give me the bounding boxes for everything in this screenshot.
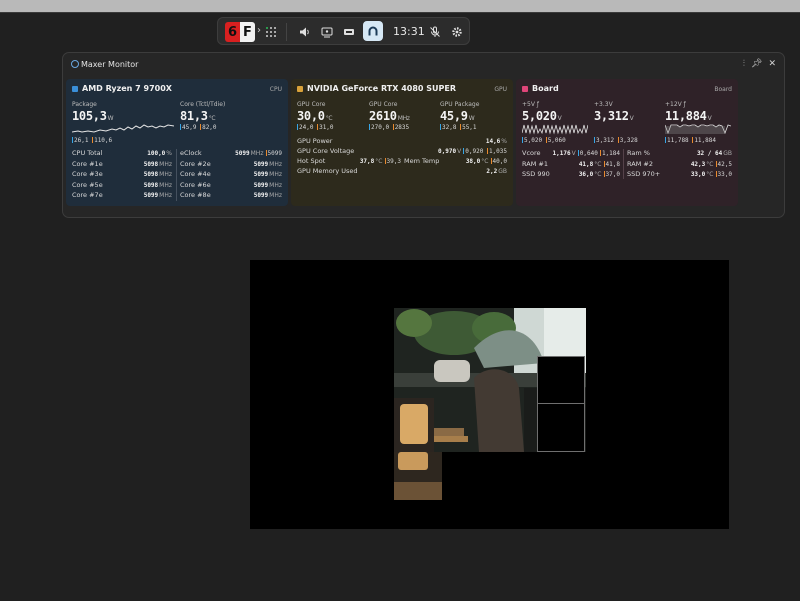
board-stat-row: RAM #2 42,3°C 42,5 [627, 159, 732, 168]
core-temp-label: Core (Tctl/Tdie) [180, 101, 226, 108]
gpu-card: NVIDIA GeForce RTX 4080 SUPER GPU GPU Co… [291, 79, 513, 206]
gpu-voltage-row: GPU Core Voltage 0,970V 0,920 1,035 [297, 147, 507, 155]
monitor-app-button[interactable] [363, 21, 383, 41]
gpu-core-temp-label: GPU Core [297, 101, 326, 108]
v33-minmax: 3,312 3,328 [594, 137, 638, 144]
v12-minmax: 11,788 11,884 [665, 137, 716, 144]
gpu-tag: GPU [494, 86, 507, 93]
gpu-memused-row: GPU Memory Used 2,2GB [297, 167, 507, 175]
board-stat-row: SSD 970+ 33,0°C 33,0 [627, 170, 732, 178]
gpu-core-clock-minmax: 270,0 2835 [369, 124, 410, 131]
clock-time: 13:31 [393, 25, 425, 38]
package-minmax: 26,1 110,6 [72, 137, 113, 144]
game-badge-right: F [240, 22, 255, 42]
cpu-stat-row: Core #5e 5098MHz [72, 180, 172, 189]
board-stat-row: Ram % 32 / 64GB [627, 149, 732, 157]
game-bar: 6 F › 13:31 [217, 17, 470, 45]
top-window-divider [0, 12, 800, 13]
video-viewport[interactable] [250, 260, 729, 529]
v33-label: +3.3V [594, 101, 613, 108]
cpu-stat-row: Core #1e 5098MHz [72, 159, 172, 168]
gpu-name: NVIDIA GeForce RTX 4080 SUPER [307, 84, 456, 93]
volume-icon[interactable] [297, 24, 313, 40]
cpu-stat-row: Core #2e 5099MHz [180, 159, 282, 168]
room-photo-lower-image [394, 452, 442, 500]
cpu-color-square [72, 85, 78, 92]
gpu-hotspot-row: Hot Spot 37,8°C 39,3 [297, 157, 401, 165]
close-icon[interactable]: ✕ [768, 59, 776, 69]
gpu-memtemp-row: Mem Temp 38,0°C 40,0 [404, 157, 507, 165]
cpu-stat-row: eClock 5099MHz 5099 [180, 149, 282, 157]
performance-icon[interactable] [341, 24, 357, 40]
v5-minmax: 5,020 5,060 [522, 137, 566, 144]
cpu-stat-row: Core #3e 5098MHz [72, 170, 172, 178]
cpu-stat-row: Core #4e 5099MHz [180, 170, 282, 178]
v12-sparkline [665, 124, 731, 135]
package-sparkline [72, 124, 174, 133]
board-color-square [522, 85, 528, 92]
monitor-app-icon [365, 23, 381, 39]
cpu-tag: CPU [269, 86, 282, 93]
gpu-core-clock-value: 2610MHz [369, 109, 410, 123]
board-card: Board Board +5V ƒ 5,020V 5,020 5,060 +3.… [516, 79, 738, 206]
gpu-core-temp-minmax: 24,0 31,0 [297, 124, 334, 131]
gpu-package-value: 45,9W [440, 109, 475, 123]
gpu-core-temp-value: 30,0°C [297, 109, 333, 123]
gpu-card-header: NVIDIA GeForce RTX 4080 SUPER [297, 84, 456, 93]
sliders-icon[interactable]: ⫶ [743, 59, 745, 69]
gpu-color-square [297, 85, 303, 92]
board-card-header: Board [522, 84, 559, 93]
game-badge-left: 6 [225, 22, 240, 42]
cpu-card-header: AMD Ryzen 7 9700X [72, 84, 172, 93]
gpu-package-minmax: 32,8 55,1 [440, 124, 477, 131]
board-column-divider [623, 149, 624, 179]
v5-label: +5V ƒ [522, 101, 539, 108]
widget-grid-icon[interactable] [263, 24, 279, 40]
pin-icon[interactable]: 📌︎ [751, 59, 762, 69]
capture-icon[interactable] [319, 24, 335, 40]
cpu-stat-row: Core #7e 5099MHz [72, 191, 172, 199]
cpu-card: AMD Ryzen 7 9700X CPU Package 105,3W 26,… [66, 79, 288, 206]
cpu-column-divider [176, 149, 177, 201]
chevron-right-icon[interactable]: › [257, 25, 261, 36]
app-logo-icon [71, 60, 79, 68]
gpu-core-clock-label: GPU Core [369, 101, 398, 108]
game-badge[interactable]: 6 F [225, 22, 255, 42]
gpu-power-row: GPU Power 14,6% [297, 137, 507, 145]
cpu-stat-row: CPU Total 100,0% [72, 149, 172, 157]
black-tile-lower [537, 403, 585, 452]
v12-value: 11,884V [665, 109, 712, 123]
v33-value: 3,312V [594, 109, 634, 123]
core-temp-value: 81,3°C [180, 109, 216, 123]
package-value: 105,3W [72, 109, 114, 123]
monitor-window: Maxer Monitor ⫶ 📌︎ ✕ AMD Ryzen 7 9700X C… [62, 52, 785, 218]
cpu-name: AMD Ryzen 7 9700X [82, 84, 172, 93]
mic-off-icon[interactable] [427, 24, 443, 40]
monitor-title: Maxer Monitor [81, 60, 139, 69]
core-temp-minmax: 45,9 82,0 [180, 124, 217, 131]
board-stat-row: SSD 990 36,0°C 37,0 [522, 170, 620, 178]
board-tag: Board [714, 86, 732, 93]
board-stat-row: Vcore 1,176V 0,640 1,184 [522, 149, 620, 157]
package-label: Package [72, 101, 97, 108]
window-controls: ⫶ 📌︎ ✕ [743, 59, 776, 69]
v5-value: 5,020V [522, 109, 562, 123]
cpu-stat-row: Core #6e 5099MHz [180, 180, 282, 189]
v5-sparkline [522, 124, 588, 135]
board-name: Board [532, 84, 559, 93]
gpu-package-label: GPU Package [440, 101, 480, 108]
board-stat-row: RAM #1 41,8°C 41,8 [522, 159, 620, 168]
gear-icon[interactable] [449, 24, 465, 40]
top-window-strip [0, 0, 800, 12]
black-tile-upper [537, 356, 585, 404]
gamebar-divider [286, 23, 287, 41]
cpu-stat-row: Core #8e 5099MHz [180, 191, 282, 199]
room-photo-lower [394, 452, 442, 500]
v12-label: +12V ƒ [665, 101, 686, 108]
